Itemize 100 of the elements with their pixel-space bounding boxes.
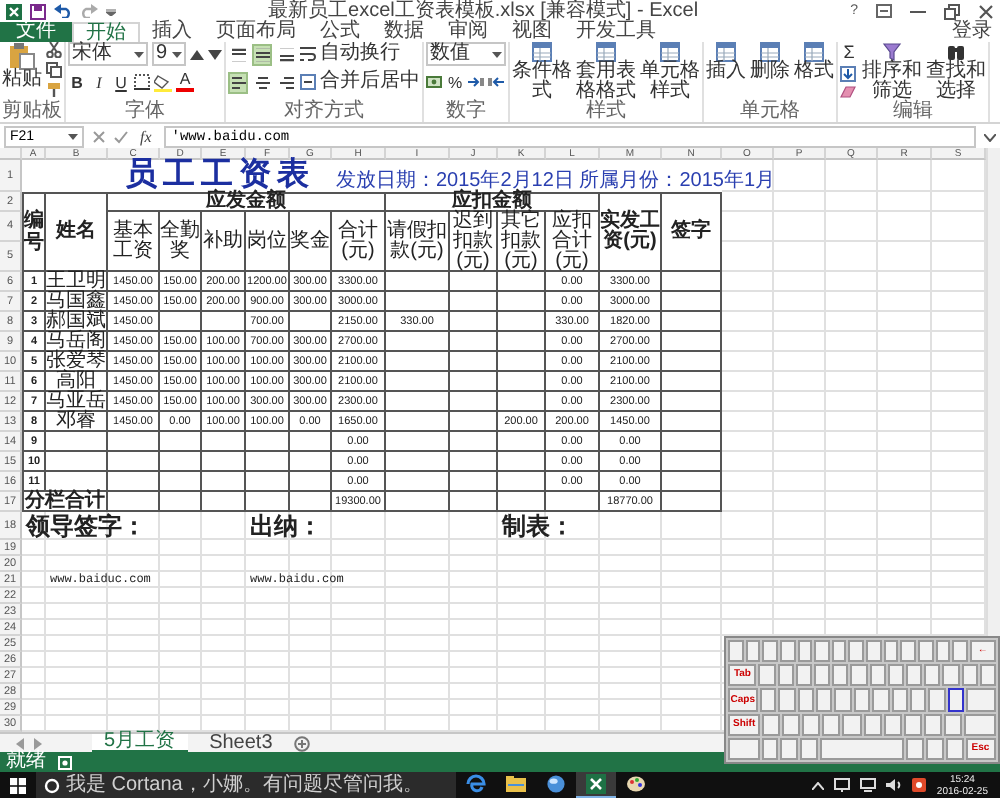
eraser-icon[interactable] bbox=[840, 86, 856, 98]
table-icon[interactable] bbox=[532, 42, 552, 62]
grow-font-icon[interactable] bbox=[190, 47, 204, 61]
merge-center-button[interactable]: 合并后居中 bbox=[300, 72, 420, 92]
close-icon[interactable] bbox=[978, 3, 994, 19]
folder-icon[interactable] bbox=[506, 774, 526, 794]
clipboard-icon[interactable] bbox=[8, 42, 36, 70]
group-label: 编辑 bbox=[891, 102, 935, 122]
merge-icon[interactable] bbox=[300, 74, 316, 90]
paste-button[interactable]: 粘贴 bbox=[2, 42, 42, 90]
paint-bucket-icon[interactable] bbox=[154, 73, 172, 91]
spreadsheet-icon[interactable] bbox=[586, 774, 606, 794]
ribbon-button[interactable]: 查找和选择 bbox=[926, 42, 986, 102]
monitor-icon[interactable] bbox=[860, 778, 877, 792]
save-icon[interactable] bbox=[30, 3, 46, 19]
ribbon-tab[interactable]: 开始 bbox=[72, 22, 140, 42]
format-button[interactable]: I bbox=[90, 72, 108, 92]
decrease-decimal-icon[interactable] bbox=[488, 74, 504, 90]
ribbon-tab[interactable]: 视图 bbox=[500, 22, 564, 42]
scissors-icon[interactable] bbox=[46, 42, 62, 58]
cortana-icon[interactable] bbox=[44, 777, 60, 793]
table-cell: 马国鑫 bbox=[46, 292, 108, 312]
group-label: 样式 bbox=[584, 102, 628, 122]
percent-button[interactable]: % bbox=[446, 72, 464, 92]
group-label: 剪贴板 bbox=[2, 102, 62, 122]
cancel-icon[interactable] bbox=[92, 130, 106, 144]
palette-icon[interactable] bbox=[626, 774, 646, 794]
table-cell: 马亚岳 bbox=[46, 392, 108, 412]
border-icon[interactable] bbox=[134, 74, 150, 90]
ribbon-button[interactable]: 排序和筛选 bbox=[862, 42, 922, 102]
ribbon-display-icon[interactable] bbox=[876, 4, 892, 18]
caret-icon[interactable] bbox=[172, 51, 182, 57]
format-button[interactable]: U bbox=[112, 72, 130, 92]
ribbon-tab[interactable]: 插入 bbox=[140, 22, 204, 42]
format-button[interactable]: B bbox=[68, 72, 86, 92]
expand-caret-icon[interactable] bbox=[984, 133, 996, 141]
spreadsheet-app-icon[interactable] bbox=[6, 3, 22, 19]
taskbar-app[interactable] bbox=[576, 772, 616, 798]
copy-icon[interactable] bbox=[46, 62, 62, 78]
funnel-icon[interactable] bbox=[882, 42, 902, 62]
brush-icon[interactable] bbox=[46, 82, 62, 98]
globe-icon[interactable] bbox=[546, 774, 566, 794]
font-color-button[interactable]: A bbox=[176, 72, 194, 92]
binoculars-icon[interactable] bbox=[946, 42, 966, 62]
table-cell: 张爱琴 bbox=[46, 352, 108, 372]
insert-function-button[interactable]: fx bbox=[136, 128, 156, 146]
group-label: 对齐方式 bbox=[282, 102, 366, 122]
autosum-button[interactable]: Σ bbox=[840, 42, 858, 62]
ribbon-tab[interactable]: 开发工具 bbox=[564, 22, 668, 42]
ribbon-tab[interactable]: 数据 bbox=[372, 22, 436, 42]
ribbon-tab[interactable]: 公式 bbox=[308, 22, 372, 42]
caret-icon[interactable] bbox=[68, 134, 78, 140]
ribbon-button[interactable]: 插入 bbox=[706, 42, 746, 82]
column-header: 迟到扣款(元) bbox=[450, 212, 498, 272]
up-caret-icon[interactable] bbox=[812, 781, 825, 789]
number-format-field[interactable]: 数值 bbox=[426, 42, 506, 66]
redo-icon[interactable] bbox=[80, 4, 98, 18]
ribbon-tab[interactable]: 审阅 bbox=[436, 22, 500, 42]
ribbon-button[interactable]: 套用表格格式 bbox=[576, 42, 636, 102]
wrap-text-button[interactable]: 自动换行 bbox=[300, 44, 400, 64]
speaker-icon[interactable] bbox=[886, 778, 903, 792]
column-header: 应扣合计(元) bbox=[546, 212, 600, 272]
enter-icon[interactable] bbox=[114, 130, 128, 144]
font-field[interactable]: 宋体 bbox=[68, 42, 148, 66]
table-icon[interactable] bbox=[760, 42, 780, 62]
ribbon-button[interactable]: 删除 bbox=[750, 42, 790, 82]
windows-icon[interactable] bbox=[10, 777, 26, 793]
table-icon[interactable] bbox=[660, 42, 680, 62]
scroll-left-icon[interactable] bbox=[16, 737, 24, 749]
status-text: 就绪 bbox=[6, 752, 46, 772]
shrink-font-icon[interactable] bbox=[208, 47, 222, 61]
customize-caret-icon[interactable] bbox=[106, 7, 116, 15]
macro-record-icon[interactable] bbox=[58, 755, 72, 769]
scroll-right-icon[interactable] bbox=[34, 737, 42, 749]
caret-icon[interactable] bbox=[492, 51, 502, 57]
restore-icon[interactable] bbox=[944, 3, 960, 19]
minimize-icon[interactable] bbox=[910, 9, 926, 13]
undo-icon[interactable] bbox=[54, 4, 72, 18]
sheet-tab[interactable]: Sheet3 bbox=[197, 733, 285, 753]
ribbon-button[interactable]: 单元格样式 bbox=[640, 42, 700, 102]
increase-decimal-icon[interactable] bbox=[468, 74, 484, 90]
column-header: 其它扣款(元) bbox=[498, 212, 546, 272]
currency-icon[interactable] bbox=[426, 74, 442, 90]
shield-icon[interactable] bbox=[912, 778, 927, 792]
add-sheet-icon[interactable] bbox=[294, 735, 311, 751]
edge-icon[interactable] bbox=[466, 774, 486, 794]
ribbon-button[interactable]: 格式 bbox=[794, 42, 834, 82]
search-field[interactable]: 我是 Cortana，小娜。有问题尽管问我。 bbox=[36, 772, 456, 798]
font-size-field[interactable]: 9 bbox=[152, 42, 186, 66]
keyboard-key[interactable] bbox=[947, 688, 965, 712]
wrap-icon[interactable] bbox=[300, 46, 316, 62]
ribbon-button[interactable]: 条件格式 bbox=[512, 42, 572, 102]
table-icon[interactable] bbox=[716, 42, 736, 62]
network-icon[interactable] bbox=[834, 778, 851, 792]
sheet-tab[interactable]: 5月工资 bbox=[92, 733, 188, 753]
caret-icon[interactable] bbox=[134, 51, 144, 57]
ribbon-tab[interactable]: 页面布局 bbox=[204, 22, 308, 42]
fill-down-icon[interactable] bbox=[840, 66, 856, 82]
table-icon[interactable] bbox=[596, 42, 616, 62]
sign-in-link[interactable]: 登录 bbox=[952, 22, 1000, 42]
